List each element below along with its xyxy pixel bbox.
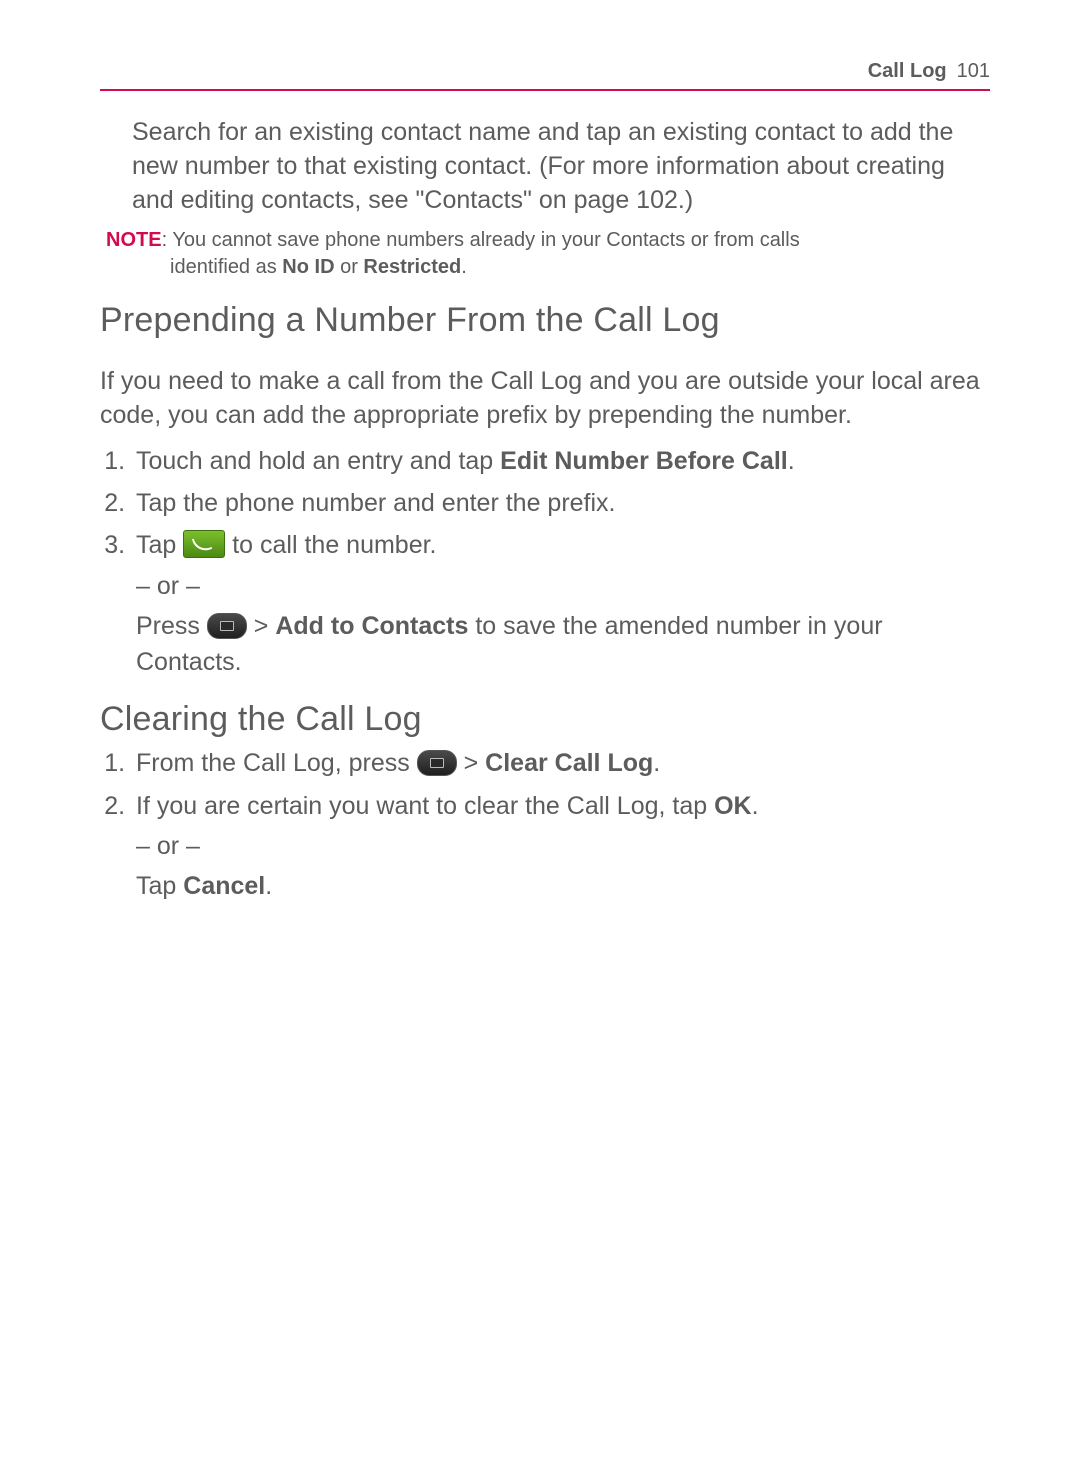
step1-prefix: Touch and hold an entry and tap	[136, 447, 500, 475]
clear-steps: From the Call Log, press > Clear Call Lo…	[132, 745, 990, 904]
clear-call-log: Clear Call Log	[485, 749, 653, 777]
page-header: Call Log 101	[100, 60, 990, 91]
press-gt: >	[247, 612, 276, 640]
clear1-suffix: .	[653, 749, 660, 777]
prepend-step-1: Touch and hold an entry and tap Edit Num…	[132, 443, 990, 479]
prepend-intro: If you need to make a call from the Call…	[100, 365, 990, 433]
clear-tap-cancel: Tap Cancel.	[136, 868, 990, 904]
note-line2: identified as No ID or Restricted.	[170, 254, 990, 281]
clear1-prefix: From the Call Log, press	[136, 749, 417, 777]
step1-suffix: .	[788, 447, 795, 475]
intro-paragraph: Search for an existing contact name and …	[132, 116, 990, 217]
page-number: 101	[957, 60, 990, 83]
clear2-prefix: If you are certain you want to clear the…	[136, 792, 714, 820]
press-prefix: Press	[136, 612, 207, 640]
menu-icon	[417, 750, 457, 776]
prepend-steps: Touch and hold an entry and tap Edit Num…	[132, 443, 990, 681]
tap-prefix: Tap	[136, 872, 183, 900]
step1-bold: Edit Number Before Call	[500, 447, 788, 475]
menu-icon	[207, 613, 247, 639]
step3-press: Press > Add to Contacts to save the amen…	[136, 608, 990, 681]
step3-suffix: to call the number.	[225, 531, 436, 559]
clear-step-2: If you are certain you want to clear the…	[132, 788, 990, 905]
note-block: NOTE: You cannot save phone numbers alre…	[106, 227, 990, 281]
step3-prefix: Tap	[136, 531, 183, 559]
header-section-title: Call Log	[868, 60, 947, 83]
note-or: or	[335, 256, 364, 278]
note-label: NOTE	[106, 229, 162, 251]
tap-suffix: .	[265, 872, 272, 900]
cancel-label: Cancel	[183, 872, 265, 900]
note-period: .	[461, 256, 467, 278]
clear1-gt: >	[457, 749, 486, 777]
note-line1: : You cannot save phone numbers already …	[162, 229, 800, 251]
clear-step-1: From the Call Log, press > Clear Call Lo…	[132, 745, 990, 781]
add-to-contacts: Add to Contacts	[275, 612, 468, 640]
heading-clearing: Clearing the Call Log	[100, 700, 990, 739]
note-line2-prefix: identified as	[170, 256, 282, 278]
manual-page: Call Log 101 Search for an existing cont…	[0, 0, 1080, 1460]
step3-or: – or –	[136, 568, 990, 604]
clear-or: – or –	[136, 828, 990, 864]
call-icon	[183, 530, 225, 558]
prepend-step-2: Tap the phone number and enter the prefi…	[132, 485, 990, 521]
ok-label: OK	[714, 792, 752, 820]
heading-prepending: Prepending a Number From the Call Log	[100, 301, 990, 340]
prepend-step-3: Tap to call the number. – or – Press > A…	[132, 527, 990, 680]
note-noid: No ID	[282, 256, 334, 278]
clear2-suffix: .	[752, 792, 759, 820]
note-restricted: Restricted	[363, 256, 461, 278]
